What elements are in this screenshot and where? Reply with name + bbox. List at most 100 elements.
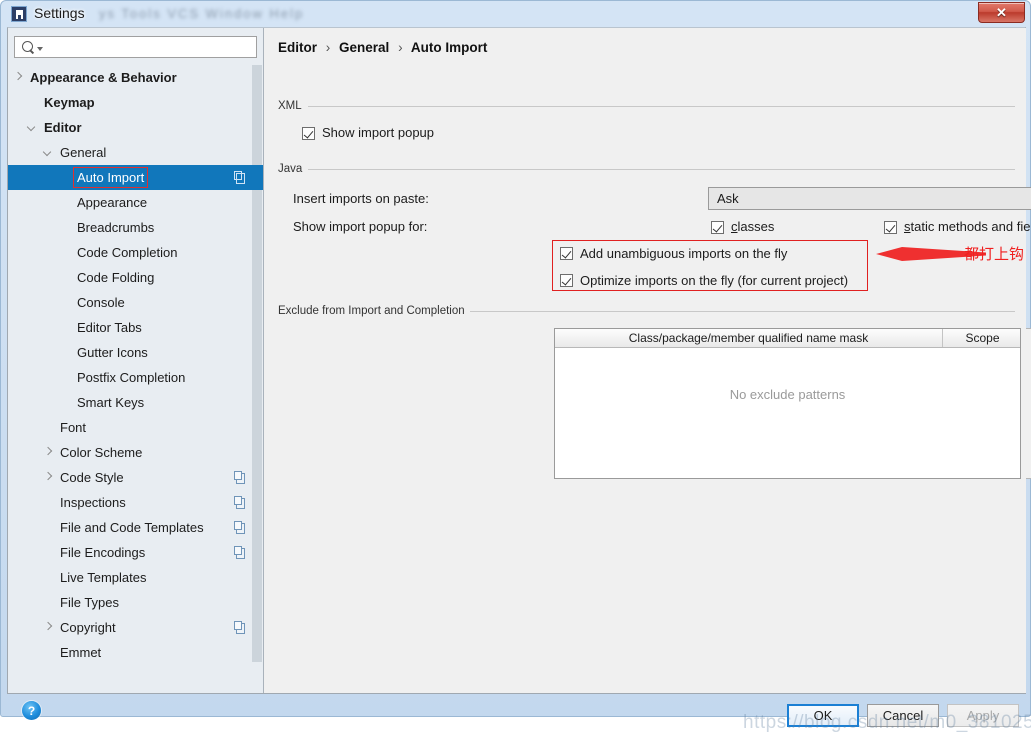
chevron-down-icon[interactable] (44, 148, 52, 156)
cancel-button[interactable]: Cancel (867, 704, 939, 727)
annotation-text: 都打上钩 (964, 243, 1024, 264)
add-unambiguous-imports-checkbox[interactable] (560, 247, 573, 260)
sidebar-item-label: Postfix Completion (77, 365, 185, 390)
sidebar-item-general[interactable]: General (8, 140, 263, 165)
sidebar-item-postfix-completion[interactable]: Postfix Completion (8, 365, 263, 390)
table-toolbar (1026, 328, 1031, 479)
sidebar-item-console[interactable]: Console (8, 290, 263, 315)
sidebar-item-file-encodings[interactable]: File Encodings (8, 540, 263, 565)
sidebar-item-file-and-code-templates[interactable]: File and Code Templates (8, 515, 263, 540)
optimize-imports-checkbox[interactable] (560, 274, 573, 287)
sidebar-item-label: Gutter Icons (77, 340, 148, 365)
sidebar-item-code-style[interactable]: Code Style (8, 465, 263, 490)
sidebar-item-label: General (60, 140, 106, 165)
settings-tree: Appearance & BehaviorKeymapEditorGeneral… (8, 65, 263, 693)
column-header-scope[interactable]: Scope (944, 329, 1021, 347)
sidebar-item-editor-tabs[interactable]: Editor Tabs (8, 315, 263, 340)
sidebar-item-appearance[interactable]: Appearance (8, 190, 263, 215)
ok-button[interactable]: OK (787, 704, 859, 727)
sidebar-item-smart-keys[interactable]: Smart Keys (8, 390, 263, 415)
breadcrumb-separator: › (398, 40, 403, 55)
sidebar-item-inspections[interactable]: Inspections (8, 490, 263, 515)
chevron-right-icon[interactable] (14, 73, 22, 81)
sidebar-item-label: Code Completion (77, 240, 177, 265)
sidebar-item-label: Editor Tabs (77, 315, 142, 340)
optimize-imports-label[interactable]: Optimize imports on the fly (for current… (580, 273, 848, 288)
sidebar-item-keymap[interactable]: Keymap (8, 90, 263, 115)
show-import-popup-checkbox[interactable] (302, 127, 315, 140)
breadcrumb-editor[interactable]: Editor (278, 40, 317, 55)
sidebar-item-breadcrumbs[interactable]: Breadcrumbs (8, 215, 263, 240)
sidebar-item-label: Console (77, 290, 125, 315)
sidebar-item-appearance-behavior[interactable]: Appearance & Behavior (8, 65, 263, 90)
sidebar-item-label: Editor (44, 115, 82, 140)
java-group-label: Java (278, 163, 302, 175)
chevron-right-icon[interactable] (44, 473, 52, 481)
exclude-patterns-table[interactable]: Class/package/member qualified name mask… (554, 328, 1021, 479)
add-unambiguous-imports-label[interactable]: Add unambiguous imports on the fly (580, 246, 787, 261)
apply-button-label: Apply (967, 708, 1000, 723)
sidebar-item-label: Color Scheme (60, 440, 142, 465)
blurred-menu-text: ys Tools VCS Window Help (99, 6, 304, 21)
static-methods-label-rest: tatic methods and fields (911, 219, 1031, 234)
classes-label[interactable]: classes (731, 219, 774, 234)
chevron-right-icon[interactable] (44, 623, 52, 631)
copy-settings-icon (234, 496, 247, 509)
static-methods-checkbox[interactable] (884, 221, 897, 234)
breadcrumb-separator: › (326, 40, 331, 55)
static-methods-label[interactable]: static methods and fields (904, 219, 1031, 234)
breadcrumb: Editor › General › Auto Import (278, 40, 487, 55)
column-header-name-mask[interactable]: Class/package/member qualified name mask (555, 329, 943, 347)
xml-group-divider (308, 106, 1015, 107)
apply-button: Apply (947, 704, 1019, 727)
sidebar-item-emmet[interactable]: Emmet (8, 640, 263, 665)
sidebar-item-label: Auto Import (73, 167, 148, 188)
intellij-idea-icon (11, 6, 27, 22)
sidebar-item-label: Code Style (60, 465, 124, 490)
copy-settings-icon (234, 471, 247, 484)
sidebar-item-color-scheme[interactable]: Color Scheme (8, 440, 263, 465)
search-input[interactable] (43, 40, 256, 54)
sidebar-item-label: Live Templates (60, 565, 146, 590)
help-button[interactable]: ? (22, 701, 41, 720)
xml-group-label: XML (278, 100, 302, 112)
close-button[interactable]: ✕ (978, 2, 1025, 23)
settings-detail-pane: Editor › General › Auto Import XML Show … (264, 28, 1026, 693)
classes-checkbox[interactable] (711, 221, 724, 234)
insert-imports-on-paste-label: Insert imports on paste: (293, 191, 429, 206)
copy-settings-icon (234, 521, 247, 534)
sidebar-item-label: Emmet (60, 640, 101, 665)
help-icon: ? (28, 704, 35, 718)
sidebar-item-code-folding[interactable]: Code Folding (8, 265, 263, 290)
sidebar-item-label: Inspections (60, 490, 126, 515)
exclude-group-divider (470, 311, 1015, 312)
breadcrumb-general[interactable]: General (339, 40, 389, 55)
chevron-down-icon[interactable] (28, 123, 36, 131)
insert-imports-on-paste-select[interactable]: Ask (708, 187, 1031, 210)
close-icon: ✕ (996, 5, 1007, 21)
search-box[interactable] (14, 36, 257, 58)
sidebar-item-font[interactable]: Font (8, 415, 263, 440)
sidebar-item-copyright[interactable]: Copyright (8, 615, 263, 640)
sidebar-item-gutter-icons[interactable]: Gutter Icons (8, 340, 263, 365)
table-header-row: Class/package/member qualified name mask… (555, 329, 1020, 348)
sidebar-item-label: File and Code Templates (60, 515, 204, 540)
chevron-right-icon[interactable] (44, 448, 52, 456)
exclude-group-label: Exclude from Import and Completion (278, 305, 465, 317)
java-group-divider (308, 169, 1015, 170)
sidebar-item-label: Auto Import (77, 165, 144, 190)
copy-settings-icon (234, 171, 247, 184)
search-icon (22, 41, 35, 54)
copy-settings-icon (234, 621, 247, 634)
sidebar-item-auto-import[interactable]: Auto Import (8, 165, 263, 190)
sidebar-item-file-types[interactable]: File Types (8, 590, 263, 615)
sidebar-item-live-templates[interactable]: Live Templates (8, 565, 263, 590)
sidebar-item-code-completion[interactable]: Code Completion (8, 240, 263, 265)
sidebar-item-editor[interactable]: Editor (8, 115, 263, 140)
copy-settings-icon (234, 546, 247, 559)
sidebar-item-label: Keymap (44, 90, 95, 115)
show-import-popup-label[interactable]: Show import popup (322, 125, 434, 140)
sidebar-item-label: File Types (60, 590, 119, 615)
sidebar-item-label: Font (60, 415, 86, 440)
title-bar: Settings ys Tools VCS Window Help ✕ (1, 1, 1031, 27)
